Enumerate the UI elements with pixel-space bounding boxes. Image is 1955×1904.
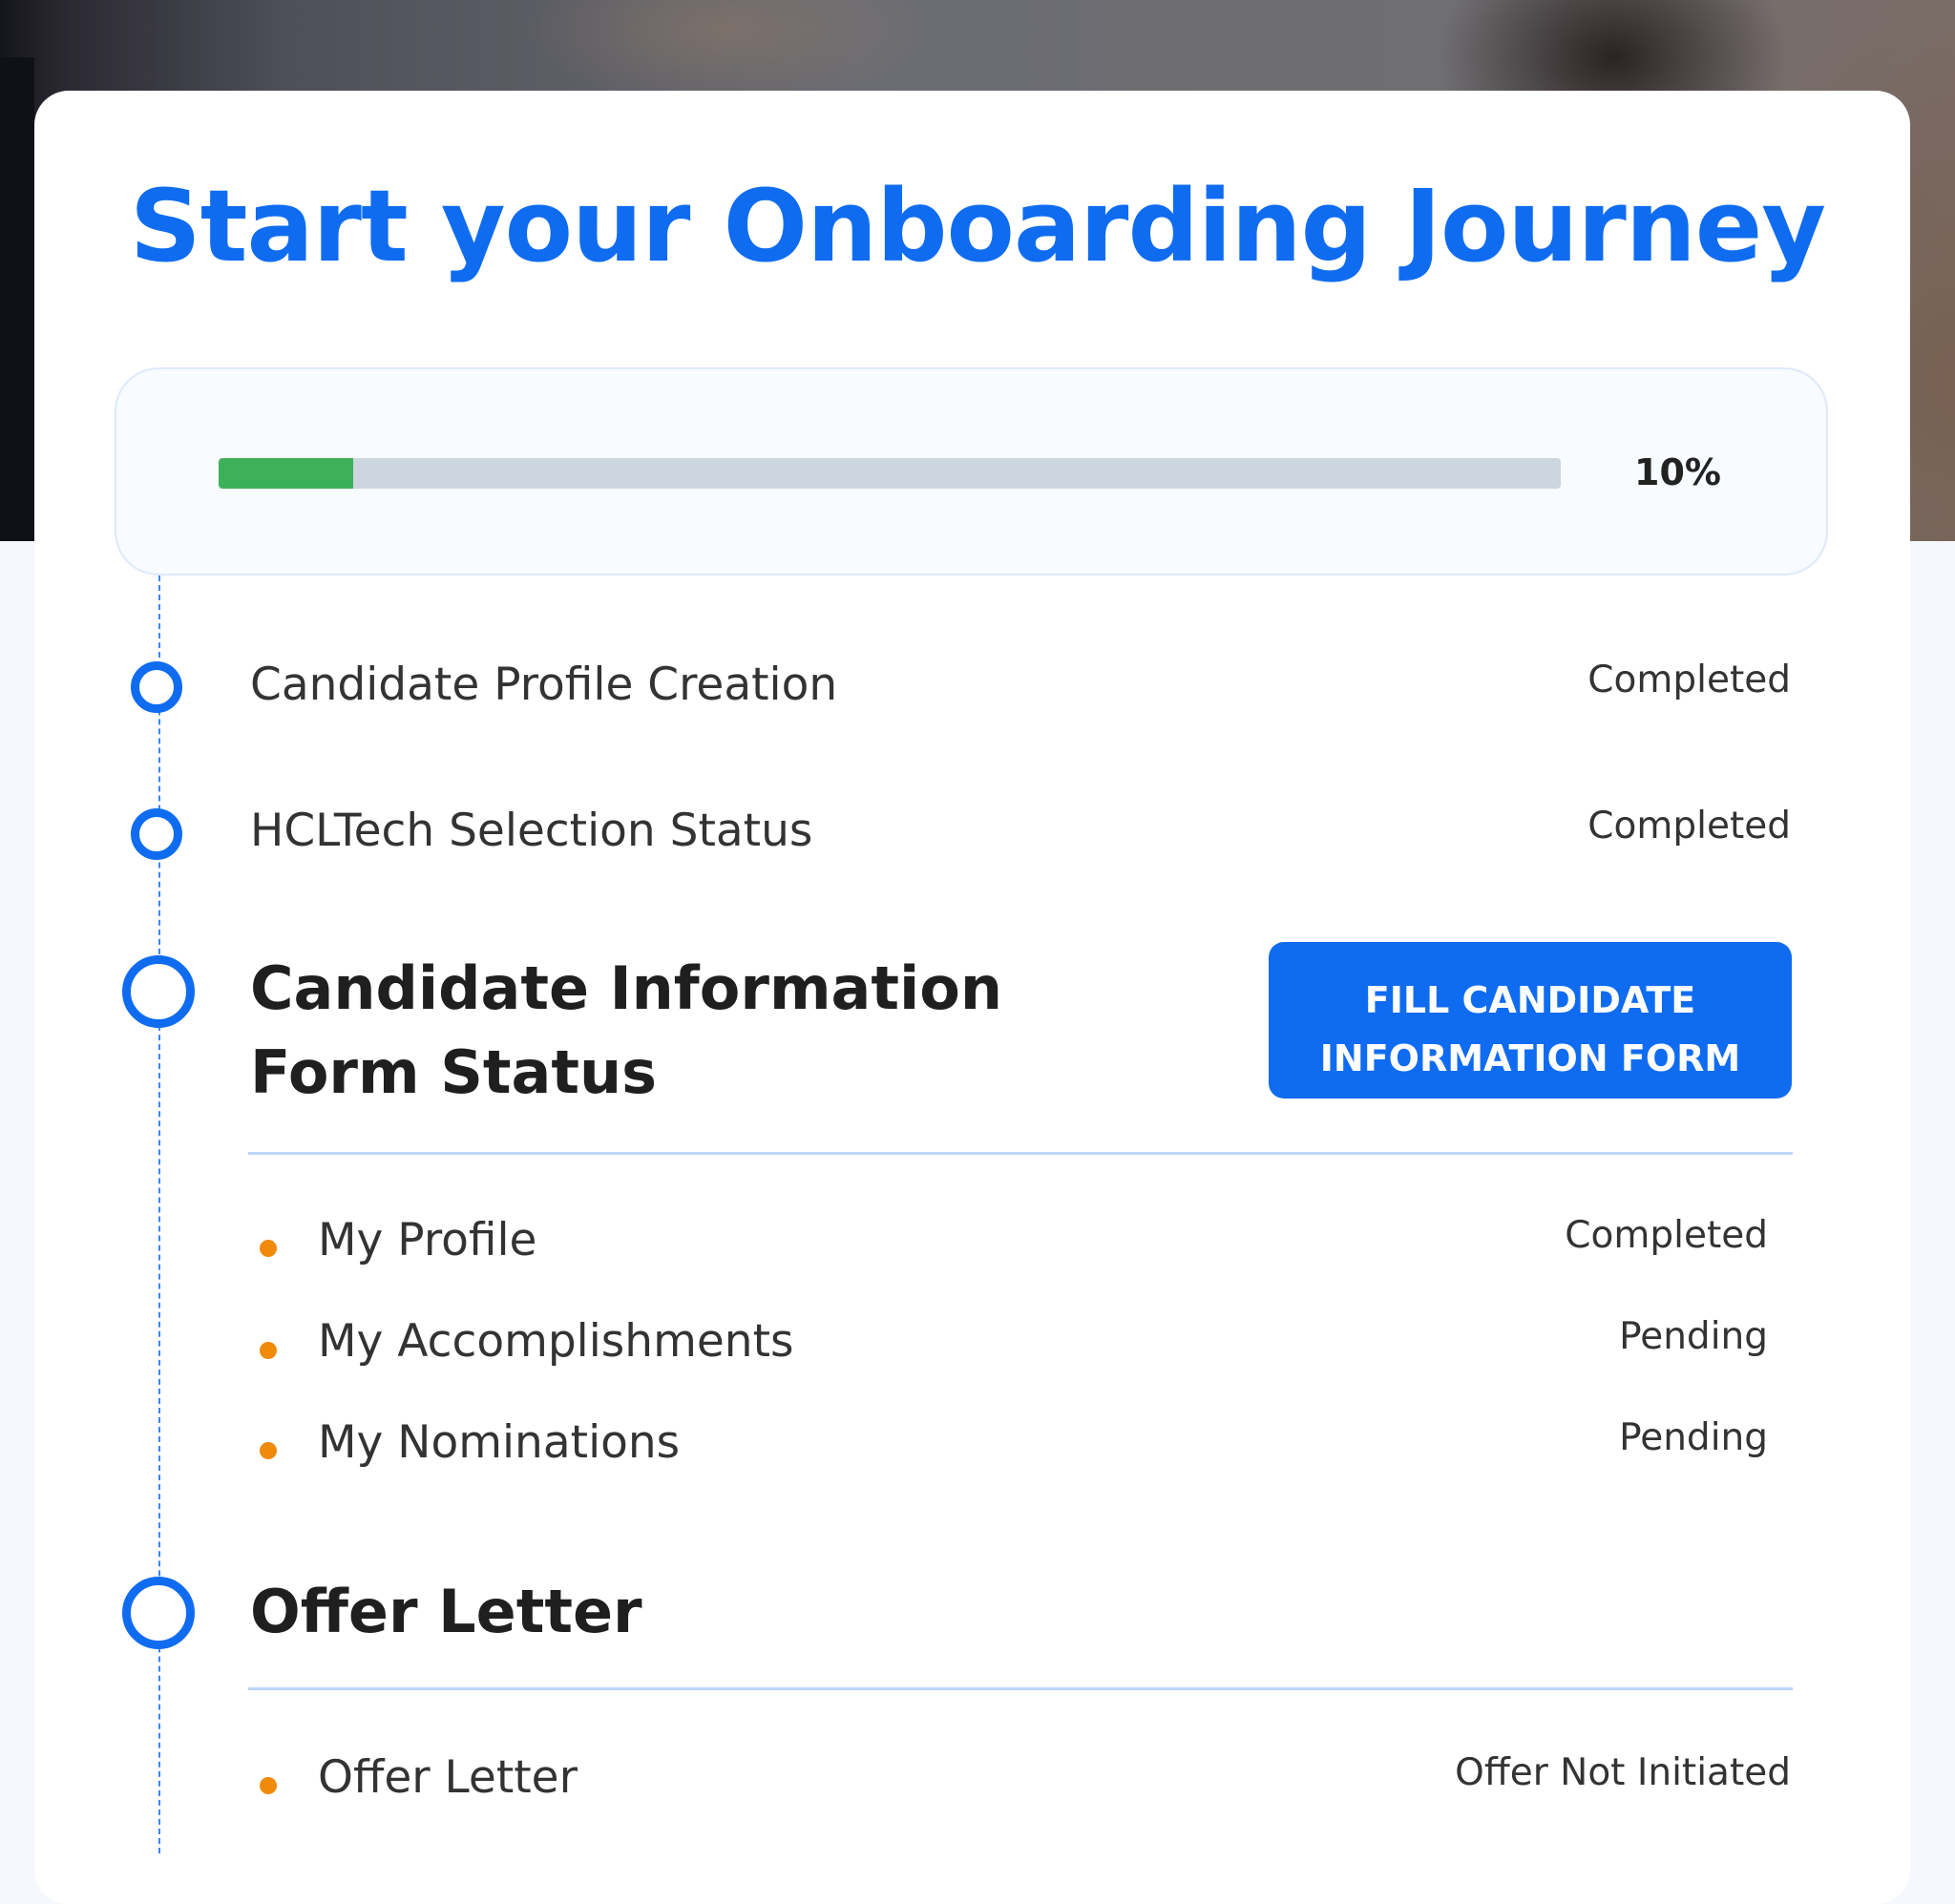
- fill-candidate-form-button[interactable]: FILL CANDIDATE INFORMATION FORM: [1269, 942, 1792, 1098]
- section-title-offer-letter: Offer Letter: [250, 1577, 642, 1646]
- list-status-my-profile: Completed: [1565, 1214, 1768, 1257]
- step-status-selection-status: Completed: [1587, 805, 1791, 847]
- progress-fill: [219, 458, 353, 489]
- timeline-line: [158, 575, 160, 1853]
- hero-dark-edge: [0, 57, 34, 541]
- list-item-my-profile: My Profile: [318, 1214, 537, 1266]
- list-status-my-accomplishments: Pending: [1619, 1315, 1768, 1358]
- list-status-offer-letter: Offer Not Initiated: [1455, 1751, 1791, 1794]
- step-label-selection-status: HCLTech Selection Status: [250, 805, 813, 857]
- section-title-line-1: Candidate Information: [250, 953, 1003, 1023]
- bullet-dot: [260, 1342, 277, 1359]
- step-status-profile-creation: Completed: [1587, 659, 1791, 701]
- section-title-candidate-form: Candidate Information Form Status: [250, 947, 1002, 1115]
- list-item-my-nominations: My Nominations: [318, 1416, 681, 1469]
- section-divider: [248, 1687, 1793, 1690]
- list-status-my-nominations: Pending: [1619, 1416, 1768, 1459]
- timeline-node-candidate-form: [122, 955, 195, 1028]
- page-title: Start your Onboarding Journey: [129, 168, 1826, 284]
- bullet-dot: [260, 1442, 277, 1459]
- progress-percent: 10%: [1634, 451, 1721, 493]
- list-item-my-accomplishments: My Accomplishments: [318, 1315, 794, 1368]
- bullet-dot: [260, 1240, 277, 1257]
- step-label-profile-creation: Candidate Profile Creation: [250, 659, 838, 711]
- section-title-line-2: Form Status: [250, 1037, 658, 1107]
- button-label-line-1: FILL CANDIDATE: [1364, 979, 1696, 1021]
- button-label-line-2: INFORMATION FORM: [1319, 1037, 1741, 1079]
- timeline-node-selection-status: [131, 808, 182, 860]
- timeline-node-offer-letter: [122, 1577, 195, 1649]
- progress-panel: 10%: [115, 367, 1828, 575]
- bullet-dot: [260, 1777, 277, 1794]
- section-divider: [248, 1152, 1793, 1155]
- list-item-offer-letter: Offer Letter: [318, 1751, 578, 1804]
- timeline-node-profile-creation: [131, 661, 182, 713]
- progress-track: [219, 458, 1561, 489]
